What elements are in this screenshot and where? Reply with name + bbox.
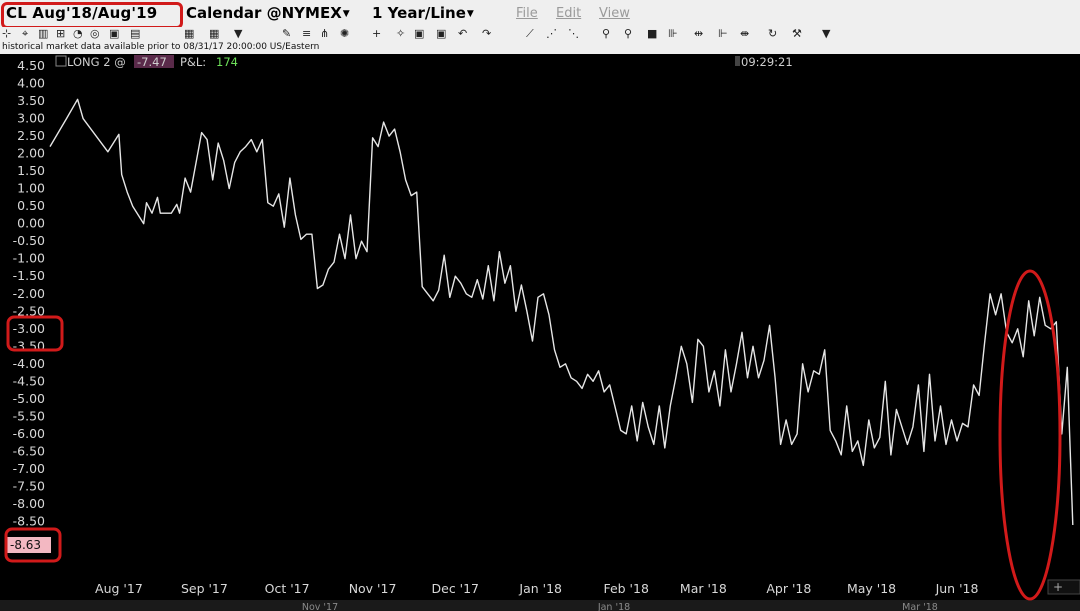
globe-icon[interactable]: ✺ xyxy=(340,27,349,41)
y-tick-label: -5.50 xyxy=(13,408,45,423)
tools-icon[interactable]: ⚒ xyxy=(792,27,802,41)
layout-icon[interactable]: ▣ xyxy=(109,27,119,41)
overview-label: Nov '17 xyxy=(302,602,338,611)
grid-icon[interactable]: ⊞ xyxy=(56,27,65,41)
pie-icon[interactable]: ◔ xyxy=(73,27,83,41)
x-tick-label: Nov '17 xyxy=(349,581,397,596)
y-tick-label: 2.00 xyxy=(17,146,45,161)
chevron-down-icon: ▼ xyxy=(342,9,350,19)
y-axis: 4.50 4.00 3.50 3.00 2.50 2.00 1.50 1.00 0.50 0.00… xyxy=(13,58,45,529)
overview-label: Mar '18 xyxy=(902,602,938,611)
y-tick-label: -7.50 xyxy=(13,478,45,493)
print-icon[interactable]: ▣ xyxy=(436,27,446,41)
last-value-marker: -8.63 xyxy=(7,537,51,553)
y-tick-label: -6.00 xyxy=(13,426,45,441)
y-tick-label: -6.50 xyxy=(13,443,45,458)
y-tick-label: -1.00 xyxy=(13,251,45,266)
square-icon[interactable]: ■ xyxy=(647,27,657,41)
contract-type-dropdown[interactable]: Calendar @NYMEX▼ xyxy=(186,4,350,22)
price-chart[interactable]: 4.50 4.00 3.50 3.00 2.50 2.00 1.50 1.00 0.50 0.00… xyxy=(0,54,1080,611)
legend-time: 09:29:21 xyxy=(741,55,793,69)
y-tick-label: 3.50 xyxy=(17,93,45,108)
chart-window: CL Aug'18/Aug'19 Calendar @NYMEX▼ 1 Year… xyxy=(0,0,1080,611)
fib-icon[interactable]: ⋰ xyxy=(546,27,557,41)
arrows-icon[interactable]: ⇼ xyxy=(740,27,749,41)
y-tick-label: -8.50 xyxy=(13,514,45,529)
y-tick-label: 0.50 xyxy=(17,198,45,213)
zoom-out-icon[interactable]: ⚲ xyxy=(624,27,632,41)
annotation-circle-title xyxy=(1,2,183,29)
x-tick-label: Feb '18 xyxy=(603,581,648,596)
legend-pnl-label: P&L: xyxy=(180,55,206,69)
y-tick-label: -8.00 xyxy=(13,496,45,511)
legend-label: LONG 2 @ xyxy=(67,55,126,69)
grid-icon[interactable]: ▦ xyxy=(209,27,219,41)
y-tick-label: 0.00 xyxy=(17,216,45,231)
chart-background xyxy=(0,54,1080,611)
magnet-icon[interactable]: ⋔ xyxy=(320,27,329,41)
y-tick-label: -3.00 xyxy=(13,321,45,336)
x-tick-label: Dec '17 xyxy=(432,581,480,596)
draw-line-icon[interactable]: ⟋ xyxy=(526,27,534,41)
zoom-in-icon[interactable]: ⚲ xyxy=(602,27,610,41)
y-tick-label: -5.00 xyxy=(13,391,45,406)
y-tick-label: 2.50 xyxy=(17,128,45,143)
history-notice: historical market data available prior t… xyxy=(0,41,1080,54)
period-dropdown[interactable]: 1 Year/Line▼ xyxy=(372,4,474,22)
legend-price: -7.47 xyxy=(137,55,167,69)
save-icon[interactable]: ▣ xyxy=(414,27,424,41)
y-tick-label: -1.50 xyxy=(13,268,45,283)
magic-icon[interactable]: ✧ xyxy=(396,27,405,41)
dropdown-icon[interactable]: ▼ xyxy=(234,27,242,41)
draw-line-icon[interactable]: ⋱ xyxy=(568,27,579,41)
x-tick-label: Oct '17 xyxy=(265,581,310,596)
redo-icon[interactable]: ↷ xyxy=(482,27,491,41)
menu-view[interactable]: View xyxy=(599,6,630,21)
undo-icon[interactable]: ↶ xyxy=(458,27,467,41)
title-bar: CL Aug'18/Aug'19 Calendar @NYMEX▼ 1 Year… xyxy=(0,0,1080,29)
save-icon[interactable]: ▤ xyxy=(130,27,140,41)
y-tick-label: -4.00 xyxy=(13,356,45,371)
y-tick-label: -7.00 xyxy=(13,461,45,476)
y-tick-label: 4.00 xyxy=(17,76,45,91)
y-tick-label: 4.50 xyxy=(17,58,45,73)
y-tick-label: 3.00 xyxy=(17,111,45,126)
expand-icon[interactable]: ⊩ xyxy=(718,27,728,41)
plus-icon: + xyxy=(1053,580,1063,594)
chevron-down-icon: ▼ xyxy=(466,9,474,19)
bars-icon[interactable]: ≡ xyxy=(302,27,311,41)
overview-label: Jan '18 xyxy=(597,602,630,611)
menu-edit[interactable]: Edit xyxy=(556,6,581,21)
globe-icon[interactable]: ◎ xyxy=(90,27,100,41)
pencil-icon[interactable]: ✎ xyxy=(282,27,291,41)
last-value-label: -8.63 xyxy=(10,538,41,552)
x-tick-label: Mar '18 xyxy=(680,581,727,596)
x-tick-label: Jun '18 xyxy=(935,581,979,596)
arrows-icon[interactable]: ⇹ xyxy=(694,27,703,41)
more-icon[interactable]: ▼ xyxy=(822,27,830,41)
x-tick-label: Jan '18 xyxy=(518,581,562,596)
history-notice-text: historical market data available prior t… xyxy=(2,42,320,52)
crosshair-icon[interactable]: ⌖ xyxy=(22,27,28,41)
y-tick-label: 1.50 xyxy=(17,163,45,178)
y-tick-label: -4.50 xyxy=(13,373,45,388)
y-tick-label: -2.00 xyxy=(13,286,45,301)
cursor-icon[interactable]: ⊹ xyxy=(2,27,11,41)
toolbar: ⊹ ⌖ ▥ ⊞ ◔ ◎ ▣ ▤ ▦ ▦ ▼ ✎ ≡ ⋔ ✺ + ✧ ▣ ▣ ↶ … xyxy=(0,27,1080,41)
y-tick-label: 1.00 xyxy=(17,181,45,196)
bars-icon[interactable]: ⊪ xyxy=(668,27,678,41)
legend-pnl-value: 174 xyxy=(216,55,238,69)
refresh-icon[interactable]: ↻ xyxy=(768,27,777,41)
plus-icon[interactable]: + xyxy=(372,27,381,41)
time-marker xyxy=(735,56,740,66)
x-tick-label: May '18 xyxy=(847,581,896,596)
chart-bar-icon[interactable]: ▥ xyxy=(38,27,48,41)
x-tick-label: Sep '17 xyxy=(181,581,228,596)
x-tick-label: Aug '17 xyxy=(95,581,143,596)
x-tick-label: Apr '18 xyxy=(766,581,811,596)
layout-icon[interactable]: ▦ xyxy=(184,27,194,41)
y-tick-label: -0.50 xyxy=(13,233,45,248)
menu-file[interactable]: File xyxy=(516,6,538,21)
